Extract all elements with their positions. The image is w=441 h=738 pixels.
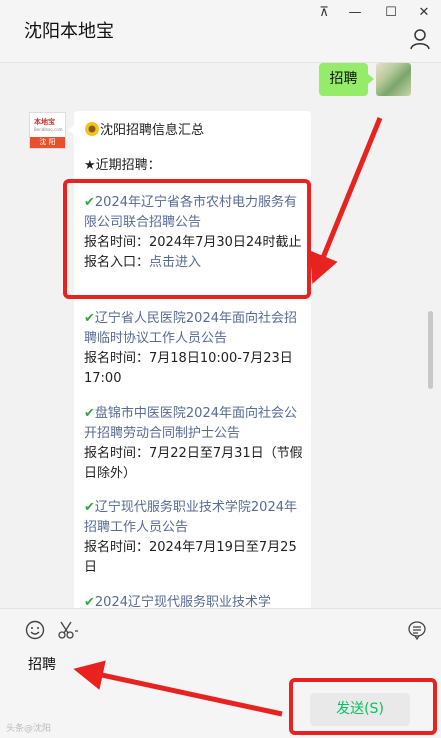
annotation-arrows xyxy=(73,117,383,717)
arrow-to-job xyxy=(309,117,383,284)
arrow-to-input xyxy=(73,660,283,717)
